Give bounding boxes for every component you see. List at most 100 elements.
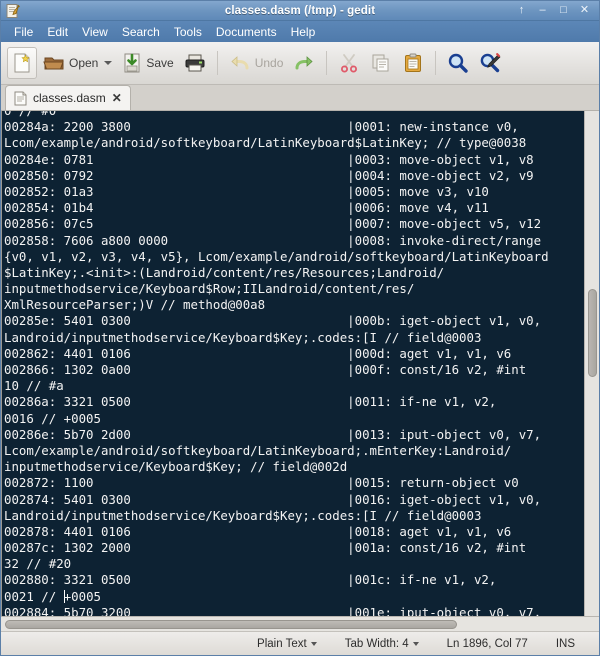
save-icon — [122, 52, 142, 74]
cut-button[interactable] — [334, 47, 364, 79]
language-selector[interactable]: Plain Text — [243, 638, 331, 650]
editor-line: 00286a: 3321 0500 |0011: if-ne v1, v2, — [4, 394, 497, 410]
editor-line: inputmethodservice/Keyboard$Key; // fiel… — [4, 459, 348, 475]
editor-line: 00284a: 2200 3800 |0001: new-instance v0… — [4, 119, 519, 135]
vertical-scrollbar-thumb[interactable] — [588, 289, 597, 377]
editor-line: 00285e: 5401 0300 |000b: iget-object v1,… — [4, 313, 542, 329]
editor-line: 0016 // +0005 — [4, 410, 101, 426]
tab-width-caret-icon[interactable] — [412, 641, 419, 646]
replace-button[interactable] — [475, 47, 505, 79]
tab-label: classes.dasm — [33, 91, 106, 105]
open-dropdown-caret-icon[interactable] — [104, 61, 113, 65]
shade-button[interactable]: ↑ — [515, 4, 528, 17]
cursor-position: Ln 1896, Col 77 — [446, 637, 528, 650]
copy-icon — [371, 53, 391, 73]
tab-width-selector[interactable]: Tab Width: 4 — [331, 638, 433, 650]
language-label: Plain Text — [257, 637, 307, 650]
editor-line: 002856: 07c5 |0007: move-object v5, v12 — [4, 216, 542, 232]
editor-line: Landroid/inputmethodservice/Keyboard$Key… — [4, 329, 482, 345]
editor-line: 002884: 5b70 3200 |001e: iput-object v0,… — [4, 604, 542, 616]
editor-horizontal-scrollbar[interactable] — [1, 616, 599, 631]
tab-file-icon — [14, 91, 27, 106]
tab-classes-dasm[interactable]: classes.dasm ✕ — [5, 85, 131, 110]
menu-item-view[interactable]: View — [75, 24, 115, 40]
open-button[interactable]: Open — [39, 47, 116, 79]
tab-width-label: Tab Width: 4 — [344, 637, 409, 650]
tab-close-icon[interactable]: ✕ — [112, 92, 122, 104]
text-cursor — [63, 589, 65, 603]
close-button[interactable]: ✕ — [578, 4, 591, 17]
tab-bar: classes.dasm ✕ — [1, 85, 599, 111]
menu-item-edit[interactable]: Edit — [40, 24, 75, 40]
clipboard-icon — [403, 53, 423, 73]
menu-item-file[interactable]: File — [7, 24, 40, 40]
menu-item-tools[interactable]: Tools — [167, 24, 209, 40]
open-folder-icon — [43, 53, 65, 73]
window-controls: ↑ – □ ✕ — [515, 4, 599, 17]
find-replace-icon — [479, 52, 501, 74]
editor-line: $LatinKey;.<init>:(Landroid/content/res/… — [4, 264, 445, 280]
new-document-icon — [12, 52, 32, 74]
editor-line: 32 // #20 — [4, 556, 72, 572]
editor-line: 0 // #0 — [4, 111, 584, 119]
undo-arrow-icon — [229, 53, 251, 73]
editor-line: 0021 // +0005 — [4, 588, 101, 604]
editor-line: inputmethodservice/Keyboard$Row;IILandro… — [4, 281, 415, 297]
scissors-icon — [339, 53, 359, 73]
editor-line: 002850: 0792 |0004: move-object v2, v9 — [4, 167, 534, 183]
insert-mode-indicator: INS — [555, 637, 575, 650]
redo-arrow-icon — [293, 53, 315, 73]
editor-line: 002854: 01b4 |0006: move v4, v11 — [4, 200, 489, 216]
editor-line: 002862: 4401 0106 |000d: aget v1, v1, v6 — [4, 345, 512, 361]
editor-line: 00284e: 0781 |0003: move-object v1, v8 — [4, 151, 534, 167]
editor-line: 002874: 5401 0300 |0016: iget-object v1,… — [4, 491, 542, 507]
menu-bar: File Edit View Search Tools Documents He… — [1, 21, 599, 42]
language-caret-icon[interactable] — [310, 641, 317, 646]
editor-line: {v0, v1, v2, v3, v4, v5}, Lcom/example/a… — [4, 248, 549, 264]
editor-line: 002872: 1100 |0015: return-object v0 — [4, 475, 519, 491]
search-icon — [447, 52, 469, 74]
horizontal-scrollbar-thumb[interactable] — [5, 620, 457, 629]
maximize-button[interactable]: □ — [557, 4, 570, 17]
find-button[interactable] — [443, 47, 473, 79]
editor-line: Lcom/example/android/softkeyboard/LatinK… — [4, 442, 512, 458]
editor-line: 002880: 3321 0500 |001c: if-ne v1, v2, — [4, 572, 497, 588]
editor-vertical-scrollbar[interactable] — [584, 111, 599, 616]
toolbar: Open Save Undo — [1, 42, 599, 85]
text-editor[interactable]: 0 // #000284a: 2200 3800 |0001: new-inst… — [2, 111, 584, 616]
editor-line: 002858: 7606 a800 0000 |0008: invoke-dir… — [4, 232, 542, 248]
gedit-document-icon — [5, 3, 21, 19]
editor-line: 002866: 1302 0a00 |000f: const/16 v2, #i… — [4, 362, 527, 377]
window-title: classes.dasm (/tmp) - gedit — [224, 4, 376, 17]
editor-line: 00287c: 1302 2000 |001a: const/16 v2, #i… — [4, 540, 527, 556]
redo-button[interactable] — [289, 47, 319, 79]
menu-item-help[interactable]: Help — [284, 24, 323, 40]
save-label: Save — [146, 56, 174, 70]
editor-line: Landroid/inputmethodservice/Keyboard$Key… — [4, 507, 482, 523]
editor-line: 002878: 4401 0106 |0018: aget v1, v1, v6 — [4, 523, 512, 539]
new-document-button[interactable] — [7, 47, 37, 79]
print-button[interactable] — [180, 47, 210, 79]
copy-button[interactable] — [366, 47, 396, 79]
minimize-button[interactable]: – — [536, 4, 549, 17]
menu-item-search[interactable]: Search — [115, 24, 167, 40]
toolbar-separator-3 — [435, 51, 437, 75]
editor-line: 00286e: 5b70 2d00 |0013: iput-object v0,… — [4, 426, 542, 442]
toolbar-separator-2 — [326, 51, 328, 75]
gedit-window: classes.dasm (/tmp) - gedit ↑ – □ ✕ File… — [0, 0, 600, 656]
paste-button[interactable] — [398, 47, 428, 79]
undo-label: Undo — [254, 56, 284, 70]
editor-line: 10 // #a — [4, 378, 64, 394]
undo-button[interactable]: Undo — [225, 47, 288, 79]
toolbar-separator-1 — [216, 51, 218, 75]
editor-area: 0 // #000284a: 2200 3800 |0001: new-inst… — [1, 111, 599, 616]
status-bar: Plain Text Tab Width: 4 Ln 1896, Col 77 … — [1, 631, 599, 655]
printer-icon — [184, 53, 206, 73]
title-bar: classes.dasm (/tmp) - gedit ↑ – □ ✕ — [1, 1, 599, 21]
editor-line: XmlResourceParser;)V // method@00a8 — [4, 297, 266, 313]
editor-line: Lcom/example/android/softkeyboard/LatinK… — [4, 135, 527, 151]
editor-line: 002852: 01a3 |0005: move v3, v10 — [4, 183, 489, 199]
menu-item-documents[interactable]: Documents — [209, 24, 284, 40]
open-label: Open — [69, 56, 99, 70]
save-button[interactable]: Save — [118, 47, 177, 79]
